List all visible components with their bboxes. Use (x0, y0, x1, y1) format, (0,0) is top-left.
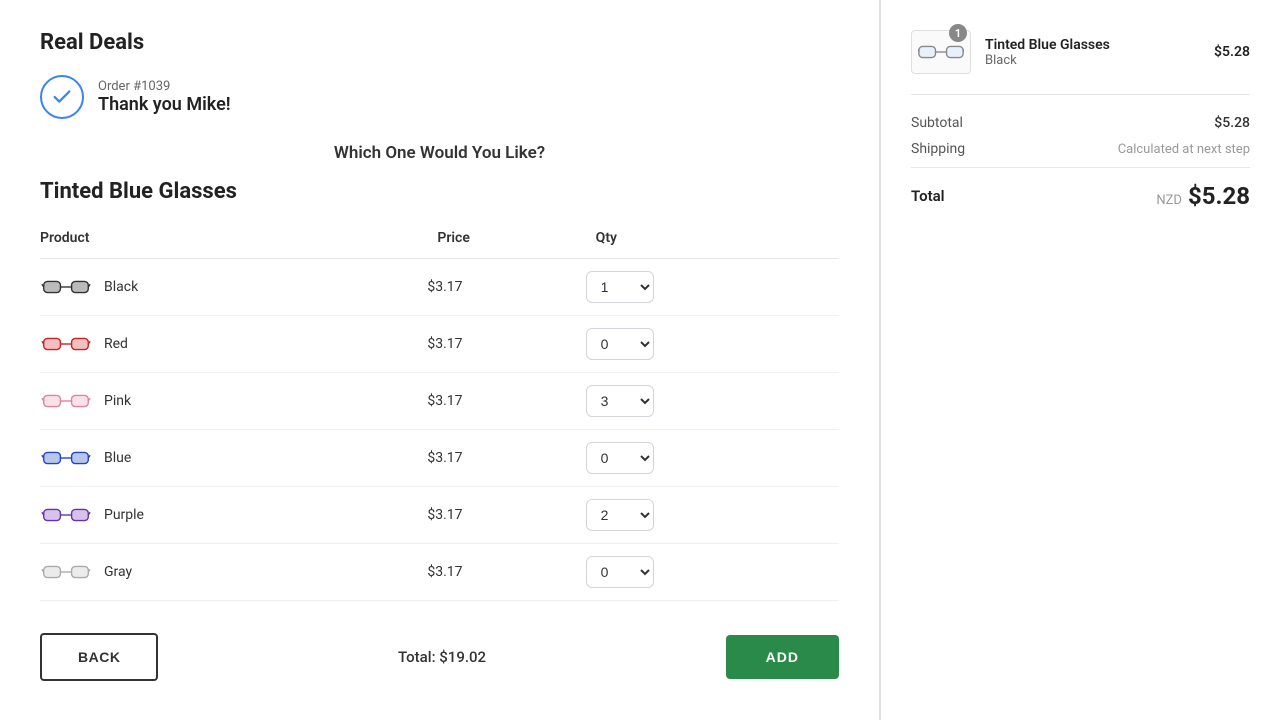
product-table: Product Price Qty Black$3.170123456789 R… (40, 222, 839, 601)
header-product: Product (40, 222, 427, 259)
subtotal-value: $5.28 (1214, 115, 1250, 131)
header-qty: Qty (586, 222, 839, 259)
qty-select[interactable]: 0123456789 (586, 271, 654, 303)
check-circle-icon (40, 75, 84, 119)
table-row: Red $3.170123456789 (40, 316, 839, 373)
price-cell: $3.17 (427, 430, 585, 487)
shipping-value: Calculated at next step (1118, 142, 1250, 157)
qty-select[interactable]: 0123456789 (586, 442, 654, 474)
table-row: Purple $3.170123456789 (40, 487, 839, 544)
total-label: Total: $19.02 (398, 648, 486, 666)
product-title: Tinted Blue Glasses (40, 179, 839, 204)
shipping-row: Shipping Calculated at next step (911, 141, 1250, 157)
subtotal-row: Subtotal $5.28 (911, 115, 1250, 131)
cart-item: 1 Tinted Blue Glasses Black $5.28 (911, 30, 1250, 95)
section-question: Which One Would You Like? (40, 143, 839, 163)
glasses-icon (40, 444, 92, 472)
product-name: Pink (104, 393, 131, 409)
header-price: Price (427, 222, 585, 259)
qty-select[interactable]: 0123456789 (586, 385, 654, 417)
qty-cell: 0123456789 (586, 259, 839, 316)
order-confirmation: Order #1039 Thank you Mike! (40, 75, 839, 119)
table-row: Blue $3.170123456789 (40, 430, 839, 487)
qty-select[interactable]: 0123456789 (586, 556, 654, 588)
qty-cell: 0123456789 (586, 487, 839, 544)
table-row: Gray $3.170123456789 (40, 544, 839, 601)
product-name: Black (104, 279, 138, 295)
shipping-label: Shipping (911, 141, 965, 157)
product-name: Blue (104, 450, 131, 466)
qty-cell: 0123456789 (586, 316, 839, 373)
bottom-bar: BACK Total: $19.02 ADD (40, 621, 839, 681)
cart-product-name: Tinted Blue Glasses (985, 37, 1200, 53)
qty-cell: 0123456789 (586, 430, 839, 487)
total-row: Total NZD $5.28 (911, 167, 1250, 210)
price-cell: $3.17 (427, 544, 585, 601)
qty-cell: 0123456789 (586, 373, 839, 430)
total-amount: $5.28 (1188, 182, 1250, 210)
qty-select[interactable]: 0123456789 (586, 499, 654, 531)
product-name: Purple (104, 507, 144, 523)
table-row: Black $3.170123456789 (40, 259, 839, 316)
glasses-icon (40, 273, 92, 301)
price-cell: $3.17 (427, 259, 585, 316)
qty-cell: 0123456789 (586, 544, 839, 601)
store-name: Real Deals (40, 30, 839, 55)
product-name: Gray (104, 564, 132, 580)
glasses-icon (40, 387, 92, 415)
total-row-label: Total (911, 187, 945, 205)
cart-badge: 1 (949, 24, 967, 42)
price-cell: $3.17 (427, 487, 585, 544)
back-button[interactable]: BACK (40, 633, 158, 681)
right-panel: 1 Tinted Blue Glasses Black $5.28 Subtot… (880, 0, 1280, 720)
glasses-icon (40, 330, 92, 358)
total-row-right: NZD $5.28 (1156, 182, 1250, 210)
price-cell: $3.17 (427, 373, 585, 430)
thank-you-message: Thank you Mike! (98, 94, 231, 115)
left-panel: Real Deals Order #1039 Thank you Mike! W… (0, 0, 880, 720)
cart-info: Tinted Blue Glasses Black (985, 37, 1200, 68)
currency-code: NZD (1156, 193, 1182, 208)
table-row: Pink $3.170123456789 (40, 373, 839, 430)
cart-item-price: $5.28 (1214, 44, 1250, 60)
glasses-icon (40, 558, 92, 586)
order-text: Order #1039 Thank you Mike! (98, 79, 231, 115)
subtotal-label: Subtotal (911, 115, 963, 131)
product-name: Red (104, 336, 128, 352)
order-number: Order #1039 (98, 79, 231, 94)
qty-select[interactable]: 0123456789 (586, 328, 654, 360)
add-button[interactable]: ADD (726, 635, 839, 679)
price-cell: $3.17 (427, 316, 585, 373)
glasses-icon (40, 501, 92, 529)
cart-variant: Black (985, 53, 1200, 68)
